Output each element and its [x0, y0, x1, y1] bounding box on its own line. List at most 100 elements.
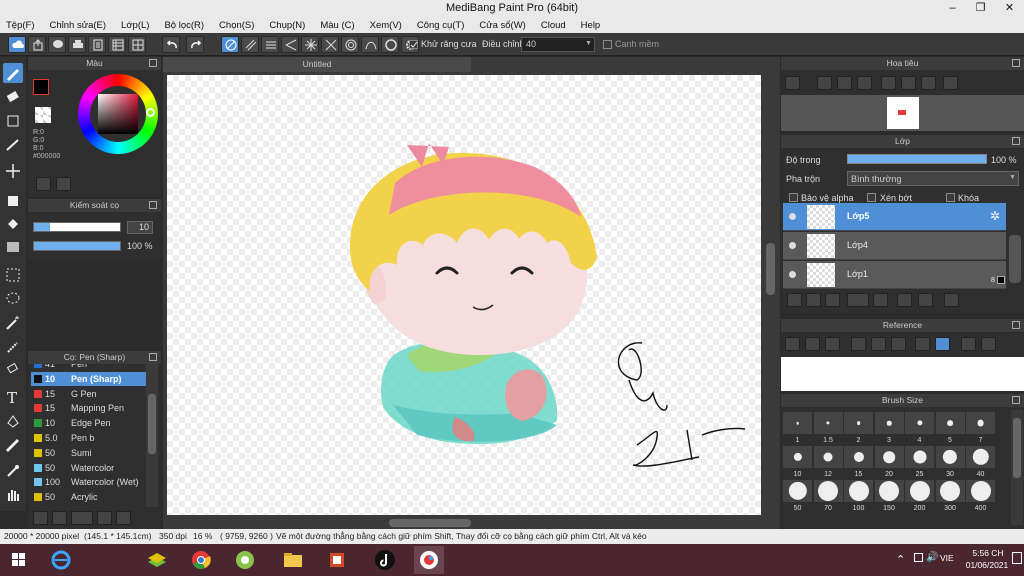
marquee-select-icon[interactable]: [3, 265, 23, 285]
chrome-icon[interactable]: [186, 546, 216, 574]
rectangle-select-icon[interactable]: [3, 111, 23, 131]
clock-time[interactable]: 5:56 CH: [968, 548, 1008, 558]
operation-tool-icon[interactable]: [3, 411, 23, 431]
canvas-vertical-scrollbar[interactable]: [764, 75, 777, 515]
print-icon[interactable]: [68, 36, 86, 53]
move-tool-icon[interactable]: [3, 161, 23, 181]
fill-rect-icon[interactable]: [3, 191, 23, 211]
brush-item[interactable]: 10 Edge Pen: [31, 416, 146, 430]
blend-mode-select[interactable]: Bình thường: [847, 171, 1019, 186]
brush-size-cell[interactable]: 1: [783, 412, 812, 444]
zoom-in-alt-icon[interactable]: [817, 76, 832, 90]
brush-item[interactable]: 50 Acrylic: [31, 490, 146, 504]
reference-eyedropper-icon[interactable]: [915, 337, 930, 351]
visibility-eye-icon[interactable]: [789, 242, 796, 249]
hue-handle[interactable]: [146, 108, 155, 117]
merge-layer-icon[interactable]: [918, 293, 933, 307]
grid-doc-icon[interactable]: [108, 36, 126, 53]
menu-view[interactable]: Xem(V): [370, 20, 402, 31]
layer-opacity-slider[interactable]: [847, 154, 987, 164]
medibang-taskbar-icon[interactable]: [414, 546, 444, 574]
brush-item[interactable]: 100 Watercolor (Wet): [31, 475, 146, 489]
brush-size-cell[interactable]: 300: [935, 480, 965, 512]
saturation-square[interactable]: [98, 94, 138, 134]
layer-row[interactable]: Lớp4: [783, 232, 1006, 260]
add-brush-dropdown-icon[interactable]: [71, 511, 93, 525]
cloud-icon[interactable]: [8, 36, 26, 53]
select-pen-icon[interactable]: [3, 337, 23, 357]
brush-size-cell[interactable]: 5: [935, 412, 965, 444]
reference-zoom-in-icon[interactable]: [851, 337, 866, 351]
brush-copy-icon[interactable]: [97, 511, 112, 525]
antialias-checkbox[interactable]: [409, 40, 418, 49]
brush-size-scrollbar[interactable]: [1011, 410, 1023, 525]
share-icon[interactable]: [28, 36, 46, 53]
brush-size-cell[interactable]: 70: [813, 480, 843, 512]
brush-size-cell[interactable]: 150: [874, 480, 904, 512]
brush-size-cell[interactable]: 200: [905, 480, 934, 512]
new-brush-icon[interactable]: [52, 511, 67, 525]
brush-size-cell[interactable]: 50: [783, 480, 812, 512]
gradient-icon[interactable]: [3, 237, 23, 257]
brush-item[interactable]: 41 Pen: [31, 364, 146, 371]
document-tab[interactable]: Untitled: [163, 57, 471, 72]
menu-edit[interactable]: Chỉnh sửa(E): [50, 20, 107, 31]
menu-window[interactable]: Cửa sổ(W): [479, 20, 525, 31]
bluestacks-icon[interactable]: [142, 546, 172, 574]
layer-row[interactable]: Lớp1 8: [783, 261, 1006, 289]
volume-icon[interactable]: 🔊: [926, 552, 938, 563]
brush-item[interactable]: 50 Sumi: [31, 446, 146, 460]
soft-edge-checkbox[interactable]: [603, 40, 612, 49]
zoom-out-icon[interactable]: [857, 76, 872, 90]
app-green-icon[interactable]: [230, 546, 260, 574]
reference-fullscreen-icon[interactable]: [981, 337, 996, 351]
brush-size-cell[interactable]: 3: [874, 412, 904, 444]
reference-view[interactable]: [781, 357, 1024, 391]
transparent-color-swatch[interactable]: [35, 107, 51, 123]
layer-row[interactable]: Lớp5 ✲: [783, 203, 1006, 231]
clock-date[interactable]: 01/06/2021: [963, 560, 1011, 570]
reference-hand-icon[interactable]: [935, 337, 950, 351]
palette-add-icon[interactable]: [56, 177, 71, 191]
fit-window-icon[interactable]: [837, 76, 852, 90]
menu-file[interactable]: Tệp(F): [6, 20, 35, 31]
brush-size-cell[interactable]: 10: [783, 446, 812, 478]
delete-layer-icon[interactable]: [944, 293, 959, 307]
powerpoint-icon[interactable]: [322, 546, 352, 574]
lasso-icon[interactable]: [3, 289, 23, 309]
hand-tool-icon[interactable]: [3, 485, 23, 505]
comment-icon[interactable]: [48, 36, 66, 53]
visibility-eye-icon[interactable]: [789, 271, 796, 278]
menu-filter[interactable]: Bộ lọc(R): [164, 20, 204, 31]
foreground-color-swatch[interactable]: [33, 79, 49, 95]
brush-opacity-slider[interactable]: [33, 241, 121, 251]
snap-off-icon[interactable]: [221, 36, 239, 53]
navigator-thumbnail[interactable]: [887, 97, 919, 129]
eyedropper-icon[interactable]: [3, 461, 23, 481]
brush-size-value[interactable]: 10: [127, 221, 153, 234]
zoom-in-icon[interactable]: [785, 76, 800, 90]
maximize-button[interactable]: ❐: [966, 0, 995, 17]
brush-size-cell[interactable]: 4: [905, 412, 934, 444]
minimize-button[interactable]: –: [938, 0, 967, 17]
brush-size-slider[interactable]: [33, 222, 121, 232]
windows-start-icon[interactable]: [4, 546, 34, 574]
protect-alpha-checkbox[interactable]: [789, 193, 798, 202]
brush-size-cell[interactable]: 1.5: [813, 412, 843, 444]
new-8bit-layer-icon[interactable]: [825, 293, 840, 307]
undo-icon[interactable]: [162, 36, 180, 53]
menu-help[interactable]: Help: [581, 20, 601, 31]
brush-size-cell[interactable]: 25: [905, 446, 934, 478]
perspective-snap-icon[interactable]: [281, 36, 299, 53]
eraser-tool-icon[interactable]: [3, 87, 23, 107]
correction-select[interactable]: 40: [521, 37, 595, 52]
select-eraser-icon[interactable]: [3, 359, 23, 379]
brush-size-cell[interactable]: 40: [966, 446, 995, 478]
palette-icon[interactable]: [36, 177, 51, 191]
brush-size-cell[interactable]: 400: [966, 480, 995, 512]
layer-folder-icon[interactable]: [873, 293, 888, 307]
menu-layer[interactable]: Lớp(L): [121, 20, 149, 31]
bucket-fill-icon[interactable]: [3, 215, 23, 235]
brush-size-cell[interactable]: 100: [844, 480, 873, 512]
radial-snap-icon[interactable]: [301, 36, 319, 53]
